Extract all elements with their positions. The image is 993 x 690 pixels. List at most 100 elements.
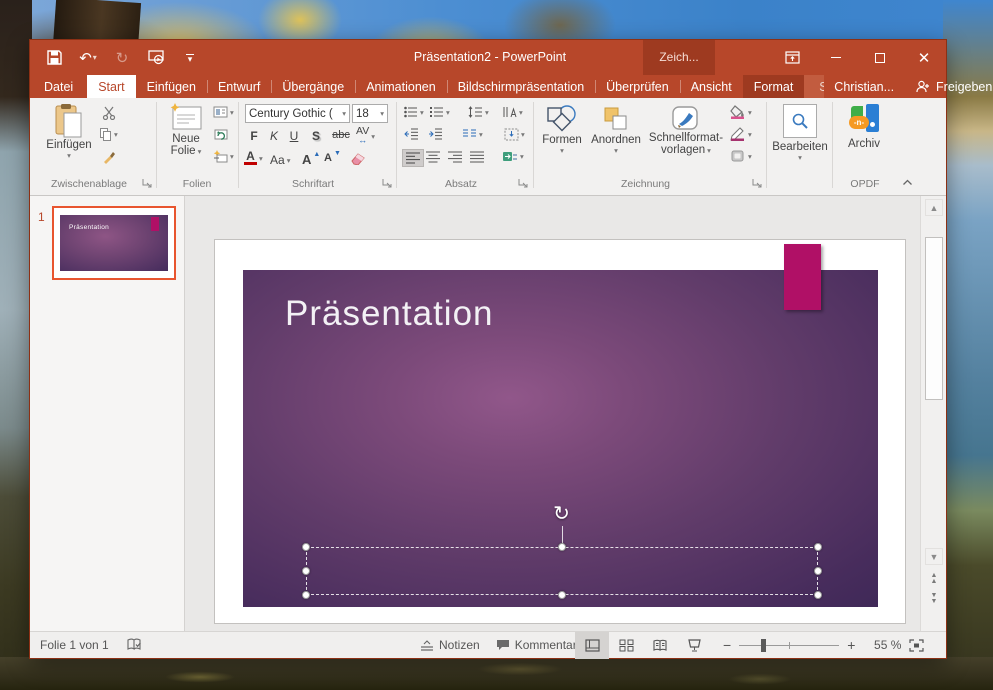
drawing-dialog-launcher[interactable] xyxy=(752,178,764,190)
redo-button[interactable]: ↻ xyxy=(108,45,136,71)
justify-button[interactable] xyxy=(470,151,484,163)
tab-ueberpruefen[interactable]: Überprüfen xyxy=(595,75,680,98)
start-slideshow-button[interactable] xyxy=(142,45,170,71)
slide-title-text[interactable]: Präsentation xyxy=(285,294,494,334)
close-button[interactable]: ✕ xyxy=(902,40,946,75)
slide-editor[interactable]: Präsentation ↻ xyxy=(186,196,920,631)
paragraph-dialog-launcher[interactable] xyxy=(518,178,530,190)
next-slide-button[interactable]: ▼▼ xyxy=(926,592,942,606)
tab-entwurf[interactable]: Entwurf xyxy=(207,75,271,98)
change-case-button[interactable]: Aa ▾ xyxy=(270,153,290,167)
tab-animationen[interactable]: Animationen xyxy=(355,75,447,98)
slide-canvas[interactable]: Präsentation ↻ xyxy=(215,240,905,623)
resize-handle-top-right[interactable] xyxy=(814,543,822,551)
numbering-button[interactable]: ▾ xyxy=(430,106,450,118)
tab-datei[interactable]: Datei xyxy=(30,75,87,98)
align-center-button[interactable] xyxy=(426,151,440,163)
rotation-handle[interactable]: ↻ xyxy=(553,504,570,524)
increase-font-size-button[interactable]: A▲ xyxy=(302,152,320,167)
tab-bildschirmpraesentation[interactable]: Bildschirmpräsentation xyxy=(447,75,595,98)
shape-fill-button[interactable]: ▾ xyxy=(730,105,752,119)
slideshow-view-button[interactable] xyxy=(677,632,711,659)
columns-button[interactable]: ▾ xyxy=(462,128,483,140)
italic-button[interactable]: K xyxy=(266,129,282,143)
notes-button[interactable]: Notizen xyxy=(420,638,480,652)
bullets-button[interactable]: ▾ xyxy=(404,106,424,118)
clipboard-dialog-launcher[interactable] xyxy=(142,178,154,190)
normal-view-button[interactable] xyxy=(575,632,609,659)
vertical-scrollbar[interactable]: ▲ ▼ ▲▲ ▼▼ xyxy=(920,196,946,631)
zoom-out-button[interactable]: − xyxy=(723,637,731,653)
slide-layout-button[interactable]: ▾ xyxy=(213,106,234,118)
text-direction-button[interactable]: ▾ xyxy=(502,106,523,118)
paste-button[interactable]: Einfügen ▾ xyxy=(44,103,94,160)
slide-thumbnail-panel[interactable]: 1 Präsentation xyxy=(30,196,185,631)
font-size-combobox[interactable]: 18▾ xyxy=(352,104,388,123)
tell-me-box[interactable]: Sie wünsc xyxy=(804,75,824,98)
account-name[interactable]: Christian... xyxy=(824,75,904,98)
tab-einfuegen[interactable]: Einfügen xyxy=(136,75,207,98)
tab-format[interactable]: Format xyxy=(743,75,805,98)
shapes-button[interactable]: Formen ▾ xyxy=(540,104,584,155)
bold-button[interactable]: F xyxy=(246,129,262,143)
slide-accent-rectangle[interactable] xyxy=(784,244,821,310)
underline-button[interactable]: U xyxy=(286,129,302,143)
spellcheck-button[interactable] xyxy=(127,638,143,652)
align-text-button[interactable]: ▾ xyxy=(504,128,525,141)
decrease-font-size-button[interactable]: A▼ xyxy=(324,152,341,164)
convert-smartart-button[interactable]: ▾ xyxy=(502,150,524,163)
minimize-button[interactable] xyxy=(814,40,858,75)
reset-slide-button[interactable] xyxy=(213,128,228,141)
tab-start[interactable]: Start xyxy=(87,75,135,98)
scroll-down-button[interactable]: ▼ xyxy=(925,548,943,565)
slide-sorter-view-button[interactable] xyxy=(609,632,643,659)
zoom-in-button[interactable]: + xyxy=(847,637,855,653)
increase-indent-button[interactable] xyxy=(428,128,443,140)
font-dialog-launcher[interactable] xyxy=(382,178,394,190)
resize-handle-bottom-left[interactable] xyxy=(302,591,310,599)
font-color-button[interactable]: A ▾ xyxy=(244,151,263,165)
undo-button[interactable]: ↶▾ xyxy=(74,45,102,71)
editing-button[interactable]: Bearbeiten ▾ xyxy=(772,104,828,162)
save-button[interactable] xyxy=(40,45,68,71)
copy-button[interactable]: ▾ xyxy=(100,128,118,141)
align-left-button[interactable] xyxy=(402,149,424,167)
slide-background-shape[interactable]: Präsentation ↻ xyxy=(243,270,878,607)
resize-handle-top-left[interactable] xyxy=(302,543,310,551)
zoom-level[interactable]: 55 % xyxy=(863,638,901,652)
tab-ansicht[interactable]: Ansicht xyxy=(680,75,743,98)
zoom-slider-thumb[interactable] xyxy=(761,639,766,652)
selected-text-box[interactable]: ↻ xyxy=(306,547,818,595)
character-spacing-button[interactable]: AV↔ ▾ xyxy=(356,127,375,145)
resize-handle-middle-right[interactable] xyxy=(814,567,822,575)
title-bar[interactable]: Zeich... ↶▾ ↻ xyxy=(30,40,946,75)
format-painter-button[interactable] xyxy=(102,150,116,164)
scroll-up-button[interactable]: ▲ xyxy=(925,199,943,216)
shape-effects-button[interactable]: ▾ xyxy=(730,149,752,163)
archive-button[interactable]: -n- Archiv xyxy=(840,104,888,150)
customize-qat-button[interactable]: ▾ xyxy=(176,45,204,71)
clear-formatting-button[interactable] xyxy=(350,151,366,165)
ribbon-display-options-button[interactable] xyxy=(770,40,814,75)
text-shadow-button[interactable]: S xyxy=(308,129,324,143)
zoom-slider[interactable] xyxy=(739,645,839,646)
quick-styles-button[interactable]: Schnellformat- vorlagen▾ xyxy=(646,104,726,156)
collapse-ribbon-button[interactable] xyxy=(902,178,913,186)
cut-button[interactable] xyxy=(102,106,116,120)
arrange-button[interactable]: Anordnen ▾ xyxy=(586,104,646,155)
tab-uebergaenge[interactable]: Übergänge xyxy=(271,75,355,98)
slide-thumbnail[interactable]: Präsentation xyxy=(52,206,176,280)
shape-outline-button[interactable]: ▾ xyxy=(730,127,752,141)
resize-handle-middle-left[interactable] xyxy=(302,567,310,575)
line-spacing-button[interactable]: ▾ xyxy=(468,106,489,118)
scrollbar-thumb[interactable] xyxy=(925,237,943,400)
section-button[interactable]: ▾ xyxy=(213,150,234,163)
font-name-combobox[interactable]: Century Gothic (▾ xyxy=(245,104,350,123)
new-slide-button[interactable]: Neue Folie▾ xyxy=(163,103,209,157)
comments-button[interactable]: Kommentare xyxy=(496,638,584,652)
align-right-button[interactable] xyxy=(448,151,462,163)
fit-to-window-button[interactable] xyxy=(909,639,924,652)
strikethrough-button[interactable]: abc xyxy=(330,129,352,141)
resize-handle-bottom-center[interactable] xyxy=(558,591,566,599)
decrease-indent-button[interactable] xyxy=(404,128,419,140)
